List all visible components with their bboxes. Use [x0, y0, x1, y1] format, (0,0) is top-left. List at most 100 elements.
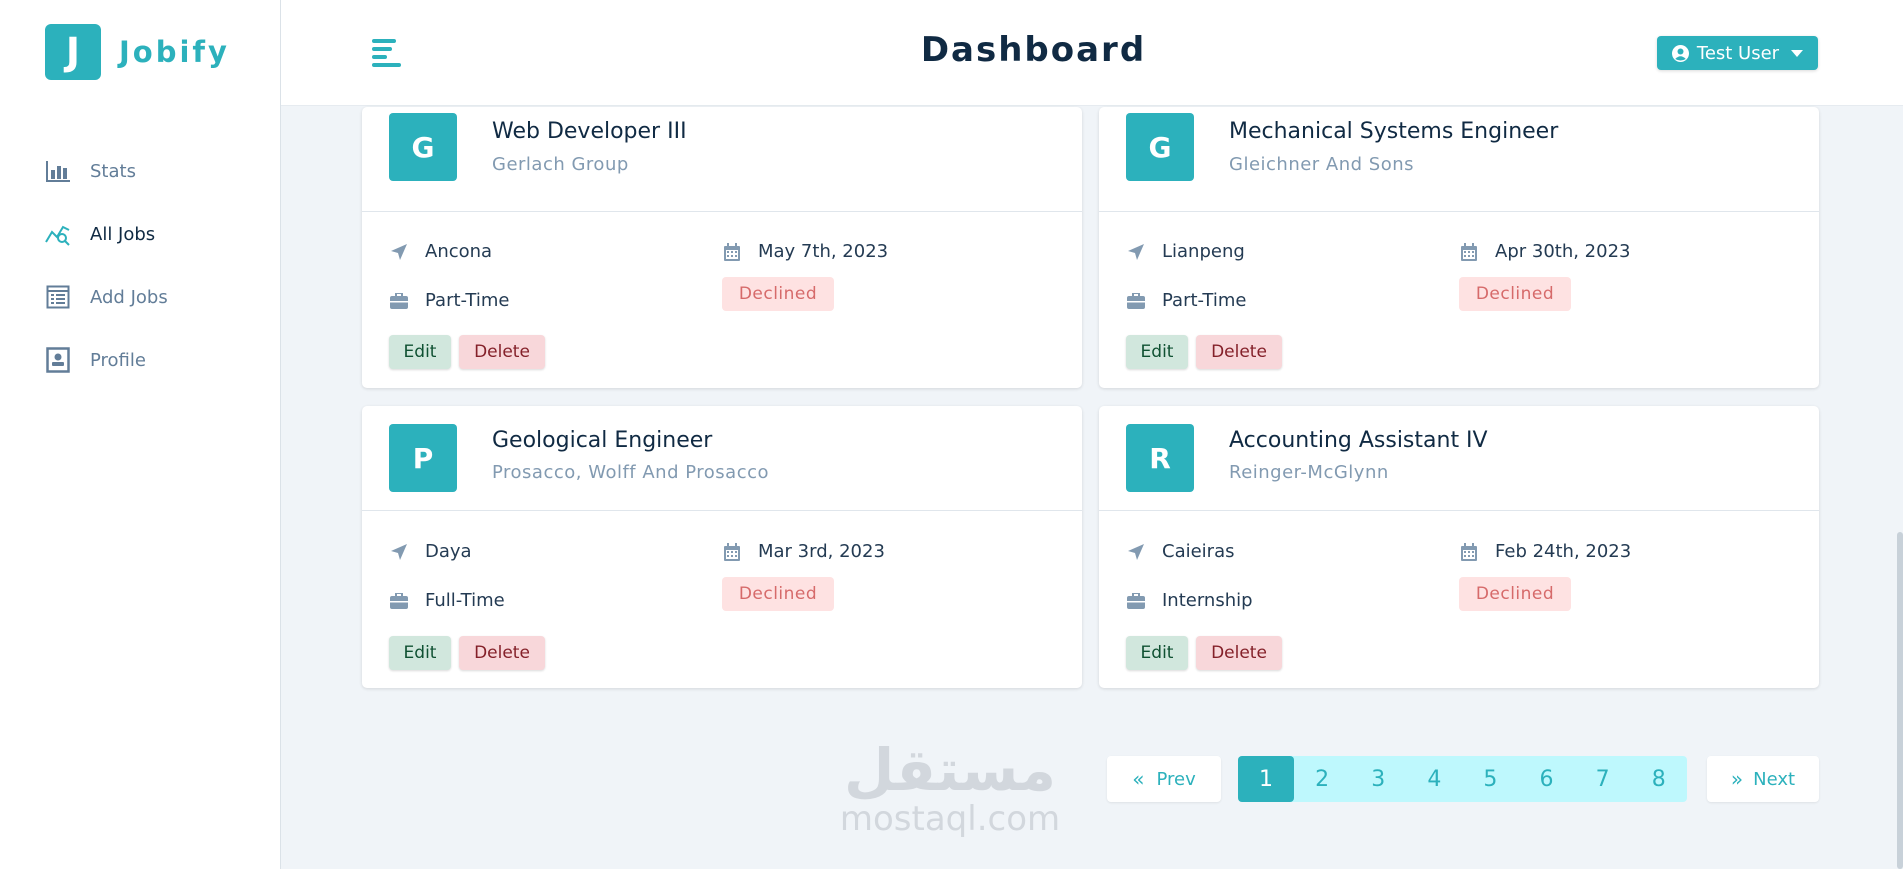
job-location-text: Lianpeng — [1162, 241, 1245, 262]
page-button-7[interactable]: 7 — [1575, 756, 1631, 802]
job-position: Accounting Assistant IV — [1229, 428, 1488, 453]
sidebar-item-profile[interactable]: Profile — [45, 347, 168, 373]
sidebar-nav: Stats All Jobs Add Jobs Profile — [45, 158, 168, 410]
job-type: Part-Time — [389, 290, 509, 311]
next-page-button[interactable]: » Next — [1707, 756, 1819, 802]
delete-button[interactable]: Delete — [1196, 636, 1282, 670]
edit-button[interactable]: Edit — [1126, 636, 1188, 670]
page-button-4[interactable]: 4 — [1406, 756, 1462, 802]
page-button-6[interactable]: 6 — [1518, 756, 1574, 802]
delete-button[interactable]: Delete — [459, 335, 545, 369]
job-card-header: R Accounting Assistant IV Reinger-McGlyn… — [1099, 406, 1819, 511]
top-navbar: Dashboard Test User — [281, 0, 1903, 106]
job-card-header: P Geological Engineer Prosacco, Wolff An… — [362, 406, 1082, 511]
page-numbers: 1 2 3 4 5 6 7 8 — [1238, 756, 1687, 802]
briefcase-icon — [389, 591, 409, 611]
job-type-text: Part-Time — [425, 290, 510, 311]
edit-button[interactable]: Edit — [389, 636, 451, 670]
edit-button[interactable]: Edit — [1126, 335, 1188, 369]
job-date-text: May 7th, 2023 — [758, 241, 889, 262]
job-position: Web Developer III — [492, 119, 687, 144]
prev-label: Prev — [1156, 768, 1196, 790]
status-badge: Declined — [722, 277, 834, 311]
calendar-icon — [722, 242, 742, 262]
sidebar-item-all-jobs[interactable]: All Jobs — [45, 221, 168, 247]
company-avatar: P — [389, 424, 457, 492]
job-company: Gerlach Group — [492, 154, 629, 175]
job-date: Mar 3rd, 2023 — [722, 541, 885, 562]
user-menu-button[interactable]: Test User — [1657, 36, 1818, 70]
delete-button[interactable]: Delete — [1196, 335, 1282, 369]
location-arrow-icon — [389, 542, 409, 562]
job-position: Geological Engineer — [492, 428, 713, 453]
job-location: Daya — [389, 541, 472, 562]
id-card-icon — [45, 347, 71, 373]
scrollbar-thumb[interactable] — [1897, 532, 1903, 869]
delete-button[interactable]: Delete — [459, 636, 545, 670]
job-date-text: Mar 3rd, 2023 — [758, 541, 885, 562]
page-button-8[interactable]: 8 — [1631, 756, 1687, 802]
sidebar-item-label: Profile — [90, 349, 146, 371]
status-badge: Declined — [1459, 277, 1571, 311]
page-button-3[interactable]: 3 — [1350, 756, 1406, 802]
location-arrow-icon — [389, 242, 409, 262]
prev-page-button[interactable]: « Prev — [1107, 756, 1221, 802]
job-company: Prosacco, Wolff And Prosacco — [492, 462, 770, 483]
edit-button[interactable]: Edit — [389, 335, 451, 369]
job-position: Mechanical Systems Engineer — [1229, 119, 1559, 144]
magnifying-chart-icon — [45, 221, 71, 247]
job-card-header: G Mechanical Systems Engineer Gleichner … — [1099, 95, 1819, 212]
job-card: G Mechanical Systems Engineer Gleichner … — [1099, 107, 1819, 388]
sidebar-item-stats[interactable]: Stats — [45, 158, 168, 184]
job-type: Full-Time — [389, 590, 505, 611]
company-avatar: G — [389, 113, 457, 181]
job-date: Feb 24th, 2023 — [1459, 541, 1631, 562]
sidebar-item-add-jobs[interactable]: Add Jobs — [45, 284, 168, 310]
job-type: Internship — [1126, 590, 1253, 611]
job-type-text: Full-Time — [425, 590, 505, 611]
user-circle-icon — [1671, 44, 1689, 62]
form-list-icon — [45, 284, 71, 310]
calendar-icon — [722, 542, 742, 562]
calendar-icon — [1459, 542, 1479, 562]
job-card: R Accounting Assistant IV Reinger-McGlyn… — [1099, 406, 1819, 688]
watermark-latin: mostaql.com — [839, 799, 1061, 839]
job-card-header: G Web Developer III Gerlach Group — [362, 95, 1082, 212]
logo[interactable]: J Jobify — [45, 24, 230, 80]
next-label: Next — [1753, 768, 1796, 790]
user-name: Test User — [1696, 42, 1780, 64]
job-type-text: Part-Time — [1162, 290, 1247, 311]
page-button-5[interactable]: 5 — [1462, 756, 1518, 802]
page-button-2[interactable]: 2 — [1294, 756, 1350, 802]
caret-down-icon — [1791, 49, 1804, 57]
sidebar-item-label: Add Jobs — [90, 286, 168, 308]
job-location: Lianpeng — [1126, 241, 1245, 262]
briefcase-icon — [1126, 291, 1146, 311]
job-company: Reinger-McGlynn — [1229, 462, 1389, 483]
job-location-text: Caieiras — [1162, 541, 1235, 562]
sidebar-item-label: All Jobs — [90, 223, 156, 245]
location-arrow-icon — [1126, 542, 1146, 562]
job-date-text: Apr 30th, 2023 — [1495, 241, 1631, 262]
job-location: Caieiras — [1126, 541, 1234, 562]
job-location-text: Ancona — [425, 241, 493, 262]
double-chevron-left-icon: « — [1132, 767, 1145, 791]
stats-bar-chart-icon — [45, 158, 71, 184]
status-badge: Declined — [1459, 577, 1571, 611]
job-type-text: Internship — [1162, 590, 1253, 611]
job-date: May 7th, 2023 — [722, 241, 888, 262]
company-avatar: R — [1126, 424, 1194, 492]
job-location: Ancona — [389, 241, 492, 262]
job-card: P Geological Engineer Prosacco, Wolff An… — [362, 406, 1082, 688]
location-arrow-icon — [1126, 242, 1146, 262]
logo-text: Jobify — [119, 35, 230, 69]
briefcase-icon — [389, 291, 409, 311]
job-location-text: Daya — [425, 541, 472, 562]
logo-mark: J — [45, 24, 101, 80]
watermark-arabic: مستقل — [843, 736, 1057, 804]
sidebar: J Jobify Stats All Jobs Add Jobs Profile — [0, 0, 281, 869]
job-company: Gleichner And Sons — [1229, 154, 1415, 175]
page-button-1[interactable]: 1 — [1238, 756, 1295, 802]
job-date-text: Feb 24th, 2023 — [1495, 541, 1632, 562]
calendar-icon — [1459, 242, 1479, 262]
